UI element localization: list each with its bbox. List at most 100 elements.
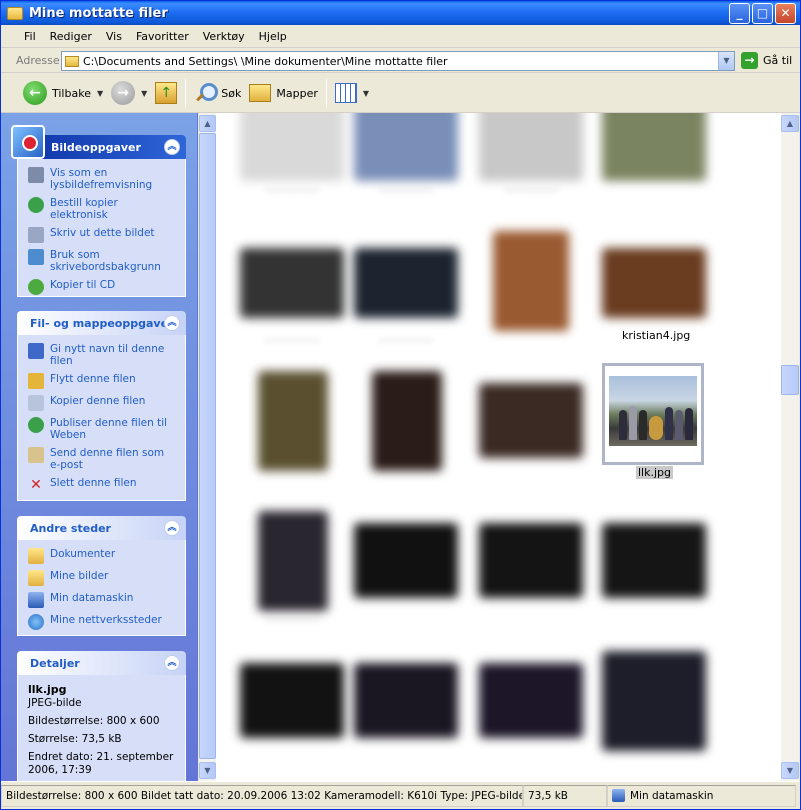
folders-button[interactable]: Mapper — [245, 78, 322, 108]
thumbnail[interactable] — [346, 643, 466, 763]
menu-help[interactable]: Hjelp — [252, 30, 294, 43]
title-bar[interactable]: Mine mottatte filer _ □ ✕ — [1, 1, 800, 25]
thumbnail[interactable] — [471, 643, 591, 763]
folder-icon — [65, 55, 79, 67]
selected-thumbnail-caption[interactable]: llk.jpg — [636, 466, 673, 479]
scroll-down-arrow-icon[interactable]: ▼ — [199, 762, 216, 779]
thumbnail[interactable]: …………… — [346, 223, 466, 344]
file-view: …………… …………… …………… …………… …………… kristian4.… — [216, 113, 781, 781]
details-header[interactable]: Detaljer ︽ — [17, 651, 186, 675]
scroll-thumb[interactable] — [199, 133, 216, 759]
address-dropdown-button[interactable]: ▼ — [718, 52, 734, 70]
forward-dropdown-icon[interactable]: ▼ — [141, 89, 147, 98]
go-arrow-icon: → — [741, 52, 758, 69]
menu-tools[interactable]: Verktøy — [196, 30, 252, 43]
window-title: Mine mottatte filer — [29, 5, 168, 21]
minimize-button[interactable]: _ — [729, 3, 750, 24]
views-dropdown-icon: ▼ — [362, 88, 370, 98]
thumbnail[interactable]: …………… — [232, 113, 352, 194]
task-delete[interactable]: ✕ Slett denne filen — [28, 477, 177, 493]
details-type: JPEG-bilde — [28, 697, 82, 709]
collapse-icon[interactable]: ︽ — [164, 315, 180, 331]
desktop-icon — [28, 249, 44, 265]
thumbnail[interactable] — [594, 643, 714, 763]
toolbar-separator — [185, 79, 187, 107]
scroll-up-arrow-icon[interactable]: ▲ — [199, 115, 216, 132]
search-button[interactable]: Søk — [190, 78, 245, 108]
other-places-header[interactable]: Andre steder ︽ — [17, 516, 186, 540]
address-label: Adresse — [16, 54, 60, 67]
task-move[interactable]: Flytt denne filen — [28, 373, 177, 389]
menu-edit[interactable]: Rediger — [43, 30, 99, 43]
place-network-places[interactable]: Mine nettverkssteder — [28, 614, 177, 630]
close-button[interactable]: ✕ — [775, 3, 796, 24]
pictures-folder-icon — [28, 570, 44, 586]
task-print-picture[interactable]: Skriv ut dette bildet — [28, 227, 177, 243]
views-button[interactable]: ▼ — [331, 78, 373, 108]
menu-view[interactable]: Vis — [99, 30, 129, 43]
status-size: 73,5 kB — [523, 784, 607, 807]
thumbnail[interactable]: …………… — [346, 113, 466, 194]
file-tasks-header[interactable]: Fil- og mappeoppgaver ︽ — [17, 311, 186, 335]
task-set-desktop-background[interactable]: Bruk som skrivebordsbakgrunn — [28, 249, 177, 273]
thumbnail[interactable]: …………… — [471, 113, 591, 194]
delete-icon: ✕ — [30, 477, 42, 493]
rename-icon — [28, 343, 44, 359]
thumbnail[interactable]: …………… — [232, 223, 352, 344]
place-my-pictures[interactable]: Mine bilder — [28, 570, 177, 586]
network-icon — [28, 614, 44, 630]
thumbnail[interactable]: …………… — [232, 503, 352, 624]
back-button[interactable]: ← Tilbake ▼ — [1, 78, 107, 108]
thumbnail[interactable] — [471, 503, 591, 623]
maximize-button[interactable]: □ — [752, 3, 773, 24]
address-path: C:\Documents and Settings\ \Mine dokumen… — [83, 54, 448, 68]
scroll-up-arrow-icon[interactable]: ▲ — [781, 115, 799, 132]
scroll-down-arrow-icon[interactable]: ▼ — [781, 762, 799, 779]
status-bar: Bildestørrelse: 800 x 600 Bildet tatt da… — [1, 781, 800, 809]
thumbnail[interactable] — [232, 363, 352, 483]
folders-icon — [249, 84, 272, 102]
thumbnail[interactable] — [471, 363, 591, 483]
task-email[interactable]: Send denne filen som e-post — [28, 447, 177, 471]
thumbnail-caption: kristian4.jpg — [622, 329, 691, 342]
up-folder-button[interactable]: ↑ — [151, 78, 181, 108]
thumbnail[interactable] — [594, 113, 714, 193]
thumbnail[interactable] — [232, 643, 352, 763]
selected-thumbnail[interactable] — [602, 363, 704, 465]
collapse-icon[interactable]: ︽ — [164, 139, 180, 155]
task-rename[interactable]: Gi nytt navn til denne filen — [28, 343, 177, 367]
picture-tasks-title: Bildeoppgaver — [51, 140, 141, 154]
file-tasks-panel: Fil- og mappeoppgaver ︽ Gi nytt navn til… — [17, 311, 186, 501]
task-pane-scrollbar[interactable]: ▲ ▼ — [199, 113, 216, 781]
thumbnail[interactable] — [346, 363, 466, 483]
task-publish-web[interactable]: Publiser denne filen til Weben — [28, 417, 177, 441]
menu-file[interactable]: Fil — [17, 30, 43, 43]
collapse-icon[interactable]: ︽ — [164, 520, 180, 536]
task-copy[interactable]: Kopier denne filen — [28, 395, 177, 411]
go-button[interactable]: → Gå til — [741, 52, 792, 69]
details-dimensions: Bildestørrelse: 800 x 600 — [28, 715, 160, 727]
scroll-thumb[interactable] — [781, 365, 799, 395]
go-label: Gå til — [763, 54, 793, 67]
address-input[interactable]: C:\Documents and Settings\ \Mine dokumen… — [61, 51, 735, 71]
file-view-scrollbar[interactable]: ▲ ▼ — [781, 113, 799, 781]
forward-button[interactable]: → ▼ — [107, 78, 151, 108]
place-my-computer[interactable]: Min datamaskin — [28, 592, 177, 608]
collapse-icon[interactable]: ︽ — [164, 655, 180, 671]
order-prints-icon — [28, 197, 44, 213]
back-dropdown-icon[interactable]: ▼ — [97, 89, 103, 98]
task-order-prints[interactable]: Bestill kopier elektronisk — [28, 197, 177, 221]
toolbar-separator — [325, 79, 327, 107]
place-documents[interactable]: Dokumenter — [28, 548, 177, 564]
thumbnail[interactable] — [471, 223, 591, 343]
other-places-title: Andre steder — [30, 521, 111, 535]
status-zone: Min datamaskin — [607, 784, 796, 807]
task-slideshow[interactable]: Vis som en lysbildefremvisning — [28, 167, 177, 191]
thumbnail[interactable] — [594, 223, 714, 343]
task-copy-to-cd[interactable]: Kopier til CD — [28, 279, 177, 295]
thumbnail[interactable] — [594, 503, 714, 623]
status-zone-label: Min datamaskin — [630, 789, 714, 802]
thumbnail[interactable] — [346, 503, 466, 623]
folder-icon — [7, 6, 23, 20]
menu-favorites[interactable]: Favoritter — [129, 30, 196, 43]
